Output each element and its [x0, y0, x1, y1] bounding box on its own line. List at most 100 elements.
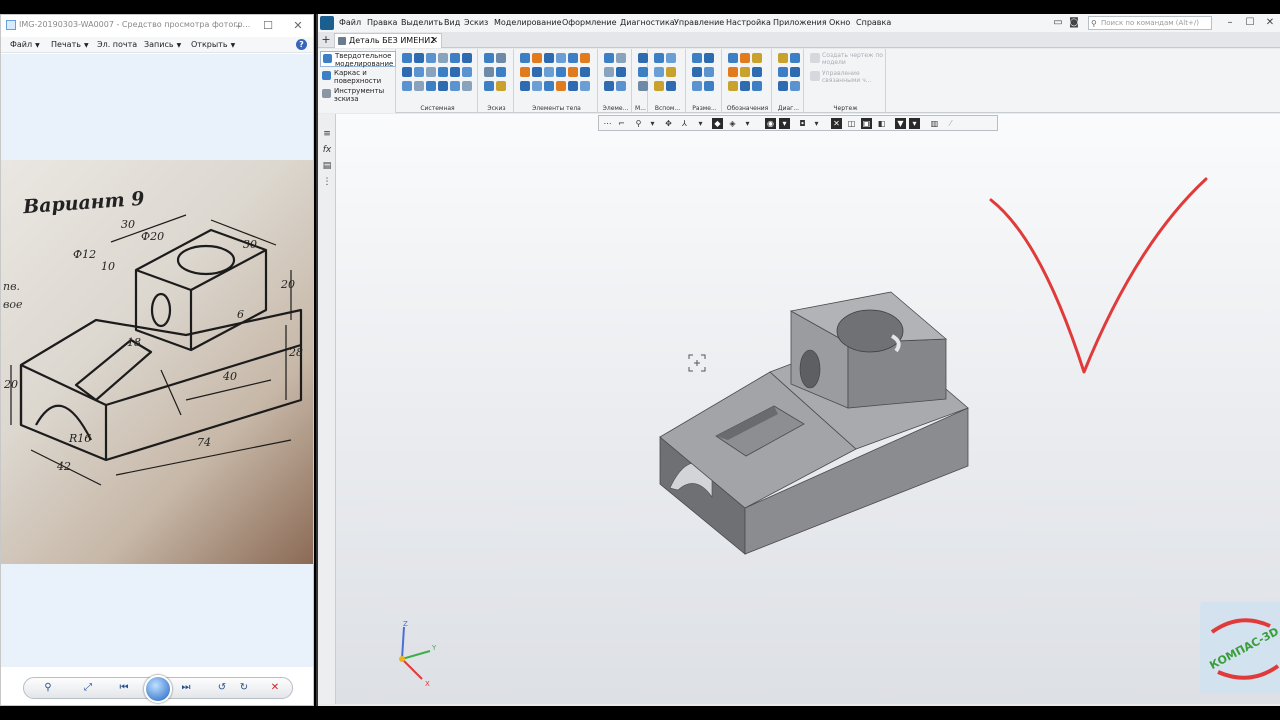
ribbon-tool-icon[interactable] [462, 67, 472, 77]
ribbon-tool-icon[interactable] [790, 67, 800, 77]
ribbon-tool-icon[interactable] [704, 67, 714, 77]
new-document-icon[interactable]: + [320, 33, 332, 46]
ribbon-tool-icon[interactable] [568, 53, 578, 63]
kompas-logo-icon[interactable] [320, 16, 334, 30]
ribbon-tool-icon[interactable] [402, 81, 412, 91]
ribbon-tool-icon[interactable] [438, 53, 448, 63]
ribbon-tool-icon[interactable] [778, 67, 788, 77]
menu-formatting[interactable]: Оформление [562, 18, 617, 27]
menu-edit[interactable]: Правка [367, 18, 397, 27]
layers-icon[interactable]: ◧ [876, 118, 887, 129]
delete-icon[interactable]: ✕ [267, 681, 283, 695]
menu-file[interactable]: Файл [339, 18, 361, 27]
ribbon-tool-icon[interactable] [462, 53, 472, 63]
ribbon-tool-icon[interactable] [580, 67, 590, 77]
grid-icon[interactable]: ⋯ [602, 118, 613, 129]
tree-menu-icon[interactable]: ≡ [321, 128, 333, 140]
ribbon-tool-icon[interactable] [728, 67, 738, 77]
chevron-down-icon[interactable]: ▾ [647, 118, 658, 129]
command-search-input[interactable]: ⚲ Поиск по командам (Alt+/) [1088, 16, 1212, 30]
ribbon-tool-icon[interactable] [414, 81, 424, 91]
ribbon-tool-icon[interactable] [462, 81, 472, 91]
minimize-icon[interactable]: – [227, 18, 249, 34]
ribbon-tool-icon[interactable] [692, 53, 702, 63]
rotate-left-icon[interactable]: ↺ [214, 681, 230, 695]
ribbon-tool-icon[interactable] [402, 67, 412, 77]
ribbon-tool-icon[interactable] [450, 53, 460, 63]
orientation-icon[interactable]: ⅄ [679, 118, 690, 129]
ribbon-tool-icon[interactable] [752, 53, 762, 63]
ribbon-tool-icon[interactable] [778, 53, 788, 63]
menu-help[interactable]: Справка [856, 18, 891, 27]
close-tab-icon[interactable]: ✕ [430, 34, 438, 48]
panel-toggle-icon[interactable]: ▭ [1052, 17, 1064, 29]
ribbon-tool-icon[interactable] [532, 67, 542, 77]
ribbon-tool-icon[interactable] [544, 81, 554, 91]
camera-icon[interactable]: ◙ [1068, 17, 1080, 29]
menu-select[interactable]: Выделить [401, 18, 443, 27]
ribbon-tool-icon[interactable] [580, 81, 590, 91]
measure-icon[interactable]: ▣ [861, 118, 872, 129]
ribbon-tool-icon[interactable] [450, 67, 460, 77]
ribbon-tool-icon[interactable] [638, 53, 648, 63]
ribbon-tool-icon[interactable] [544, 67, 554, 77]
ribbon-tool-icon[interactable] [544, 53, 554, 63]
ribbon-tool-icon[interactable] [666, 67, 676, 77]
ribbon-tool-icon[interactable] [414, 53, 424, 63]
menu-diagnostics[interactable]: Диагностика [620, 18, 675, 27]
ribbon-tool-icon[interactable] [426, 81, 436, 91]
ribbon-tool-icon[interactable] [790, 53, 800, 63]
tab-document[interactable]: Деталь БЕЗ ИМЕНИ2 ✕ [334, 33, 442, 48]
menu-email[interactable]: Эл. почта [97, 40, 137, 49]
ribbon-tool-icon[interactable] [568, 67, 578, 77]
ribbon-tool-icon[interactable] [692, 67, 702, 77]
ribbon-tool-icon[interactable] [666, 81, 676, 91]
variables-icon[interactable]: fx [321, 144, 333, 156]
menu-burn[interactable]: Запись ▼ [144, 40, 181, 49]
next-icon[interactable]: ⏭ [178, 681, 194, 695]
ribbon-tool-icon[interactable] [790, 81, 800, 91]
snap-icon[interactable]: ⌐ [616, 118, 627, 129]
ribbon-tool-icon[interactable] [728, 81, 738, 91]
ribbon-tool-icon[interactable] [740, 81, 750, 91]
menu-modeling[interactable]: Моделирование [494, 18, 562, 27]
chevron-down-icon[interactable]: ▾ [811, 118, 822, 129]
ribbon-tool-icon[interactable] [666, 53, 676, 63]
ribbon-tool-icon[interactable] [532, 81, 542, 91]
ribbon-tool-icon[interactable] [704, 53, 714, 63]
menu-print[interactable]: Печать ▼ [51, 40, 89, 49]
menu-open[interactable]: Открыть ▼ [191, 40, 235, 49]
3d-part-model[interactable] [656, 284, 976, 564]
ribbon-tool-icon[interactable] [414, 67, 424, 77]
ribbon-tool-icon[interactable] [740, 53, 750, 63]
ribbon-tool-icon[interactable] [654, 81, 664, 91]
3d-viewport[interactable]: ⋯ ⌐ ⚲ ▾ ✥ ⅄ ▾ ◆ ◈ ▾ ◉ ▾ ◘ ▾ ✕ ◫ ▣ ◧ ▼ ▾ … [336, 114, 1280, 704]
maximize-icon[interactable]: ☐ [1244, 17, 1256, 29]
ribbon-tool-icon[interactable] [484, 81, 494, 91]
chevron-down-icon[interactable]: ▾ [742, 118, 753, 129]
ribbon-tool-icon[interactable] [520, 67, 530, 77]
section-icon[interactable]: ◘ [797, 118, 808, 129]
ribbon-tool-icon[interactable] [704, 81, 714, 91]
ribbon-tool-icon[interactable] [616, 53, 626, 63]
save-view-icon[interactable]: ▥ [929, 118, 940, 129]
model-tree-icon[interactable]: ⋮ [321, 176, 333, 188]
ribbon-tool-icon[interactable] [520, 81, 530, 91]
ribbon-tool-icon[interactable] [426, 67, 436, 77]
ribbon-tool-icon[interactable] [438, 81, 448, 91]
ribbon-tool-icon[interactable] [604, 53, 614, 63]
ribbon-tool-icon[interactable] [654, 53, 664, 63]
fixed-icon[interactable]: ◫ [846, 118, 857, 129]
close-icon[interactable]: ✕ [287, 18, 309, 34]
filter-icon[interactable]: ▼ [895, 118, 906, 129]
properties-icon[interactable]: ▤ [321, 160, 333, 172]
previous-icon[interactable]: ⏮ [116, 681, 132, 695]
chevron-down-icon[interactable]: ▾ [909, 118, 920, 129]
ribbon-tool-icon[interactable] [496, 53, 506, 63]
shaded-view-icon[interactable]: ◆ [712, 118, 723, 129]
mode-sketch-tools[interactable]: Инструменты эскиза [320, 87, 396, 103]
slideshow-icon[interactable] [144, 675, 172, 703]
menu-settings[interactable]: Настройка [726, 18, 771, 27]
ribbon-tool-icon[interactable] [740, 67, 750, 77]
ribbon-tool-icon[interactable] [484, 53, 494, 63]
